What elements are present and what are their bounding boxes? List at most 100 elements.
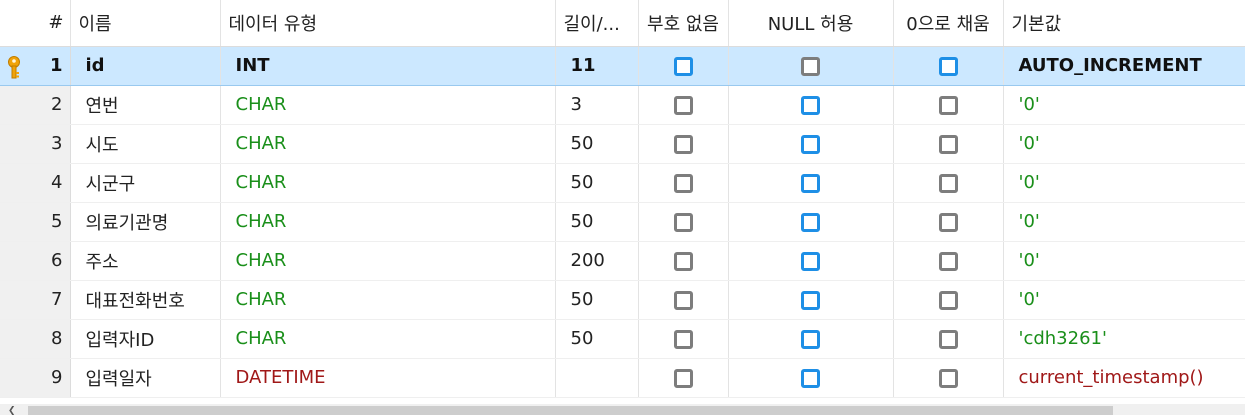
cell-default[interactable]: '0' (1003, 163, 1245, 203)
cell-default[interactable]: '0' (1003, 280, 1245, 320)
unsigned-checkbox[interactable] (673, 212, 693, 232)
cell-name[interactable]: 대표전화번호 (70, 280, 221, 320)
cell-unsigned (638, 163, 729, 203)
table-row[interactable]: 7 대표전화번호 CHAR 50 '0' (0, 280, 1245, 320)
cell-zerofill (893, 202, 1004, 242)
table-row[interactable]: 6 주소 CHAR 200 '0' (0, 241, 1245, 281)
cell-length[interactable]: 50 (555, 163, 639, 203)
cell-default[interactable]: current_timestamp() (1003, 358, 1245, 398)
row-number: 2 (0, 85, 71, 125)
key-icon (5, 55, 23, 80)
scrollbar-thumb[interactable] (28, 406, 1113, 415)
header-num[interactable]: # (0, 0, 71, 47)
table-row[interactable]: 9 입력일자 DATETIME current_timestamp() (0, 358, 1245, 398)
zerofill-checkbox[interactable] (938, 290, 958, 310)
nullable-checkbox[interactable] (801, 173, 820, 193)
cell-type[interactable]: CHAR (220, 241, 556, 281)
cell-name[interactable]: id (70, 45, 221, 86)
cell-type[interactable]: CHAR (220, 319, 556, 359)
nullable-checkbox[interactable] (801, 251, 820, 271)
cell-name[interactable]: 주소 (70, 241, 221, 281)
nullable-checkbox[interactable] (801, 95, 820, 115)
table-row[interactable]: 5 의료기관명 CHAR 50 '0' (0, 202, 1245, 242)
cell-type[interactable]: CHAR (220, 163, 556, 203)
header-length[interactable]: 길이/... (555, 0, 639, 47)
horizontal-scrollbar[interactable]: ❮ (0, 404, 1245, 416)
cell-nullable (728, 163, 894, 203)
cell-type[interactable]: CHAR (220, 202, 556, 242)
cell-type[interactable]: INT (220, 45, 556, 86)
cell-length[interactable]: 50 (555, 202, 639, 242)
header-unsigned[interactable]: 부호 없음 (638, 0, 729, 47)
header-row: # 이름 데이터 유형 길이/... 부호 없음 NULL 허용 0으로 채움 … (0, 0, 1245, 47)
cell-type[interactable]: CHAR (220, 85, 556, 125)
row-number: 1 (0, 45, 71, 86)
zerofill-checkbox[interactable] (938, 329, 958, 349)
cell-name[interactable]: 시도 (70, 124, 221, 164)
zerofill-checkbox[interactable] (938, 251, 958, 271)
unsigned-checkbox[interactable] (673, 329, 693, 349)
zerofill-checkbox[interactable] (938, 368, 958, 388)
unsigned-checkbox[interactable] (673, 95, 693, 115)
zerofill-checkbox[interactable] (938, 56, 958, 76)
cell-type[interactable]: CHAR (220, 280, 556, 320)
cell-default[interactable]: 'cdh3261' (1003, 319, 1245, 359)
header-type[interactable]: 데이터 유형 (220, 0, 556, 47)
table-row[interactable]: 4 시군구 CHAR 50 '0' (0, 163, 1245, 203)
cell-nullable (728, 85, 894, 125)
table-row[interactable]: 8 입력자ID CHAR 50 'cdh3261' (0, 319, 1245, 359)
nullable-checkbox[interactable] (801, 329, 820, 349)
cell-nullable (728, 241, 894, 281)
table-row[interactable]: 1 id INT 11 AUTO_INCREMENT (0, 45, 1245, 86)
cell-name[interactable]: 입력자ID (70, 319, 221, 359)
table-row[interactable]: 3 시도 CHAR 50 '0' (0, 124, 1245, 164)
unsigned-checkbox[interactable] (673, 56, 693, 76)
cell-default[interactable]: '0' (1003, 85, 1245, 125)
cell-unsigned (638, 202, 729, 242)
cell-name[interactable]: 연번 (70, 85, 221, 125)
cell-length[interactable]: 50 (555, 319, 639, 359)
nullable-checkbox[interactable] (801, 212, 820, 232)
cell-length[interactable] (555, 358, 639, 398)
cell-zerofill (893, 241, 1004, 281)
row-number: 5 (0, 202, 71, 242)
unsigned-checkbox[interactable] (673, 368, 693, 388)
cell-type[interactable]: CHAR (220, 124, 556, 164)
cell-unsigned (638, 280, 729, 320)
cell-length[interactable]: 50 (555, 280, 639, 320)
cell-length[interactable]: 200 (555, 241, 639, 281)
cell-nullable (728, 124, 894, 164)
nullable-checkbox[interactable] (801, 134, 820, 154)
zerofill-checkbox[interactable] (938, 95, 958, 115)
zerofill-checkbox[interactable] (938, 212, 958, 232)
cell-length[interactable]: 50 (555, 124, 639, 164)
cell-type[interactable]: DATETIME (220, 358, 556, 398)
cell-name[interactable]: 시군구 (70, 163, 221, 203)
cell-length[interactable]: 3 (555, 85, 639, 125)
cell-default[interactable]: '0' (1003, 124, 1245, 164)
nullable-checkbox[interactable] (801, 290, 820, 310)
unsigned-checkbox[interactable] (673, 134, 693, 154)
zerofill-checkbox[interactable] (938, 173, 958, 193)
header-name[interactable]: 이름 (70, 0, 221, 47)
cell-name[interactable]: 의료기관명 (70, 202, 221, 242)
cell-default[interactable]: '0' (1003, 241, 1245, 281)
cell-length[interactable]: 11 (555, 45, 639, 86)
cell-nullable (728, 45, 894, 86)
header-nullable[interactable]: NULL 허용 (728, 0, 894, 47)
header-zerofill[interactable]: 0으로 채움 (893, 0, 1004, 47)
row-number: 4 (0, 163, 71, 203)
header-default[interactable]: 기본값 (1003, 0, 1245, 47)
unsigned-checkbox[interactable] (673, 173, 693, 193)
zerofill-checkbox[interactable] (938, 134, 958, 154)
nullable-checkbox[interactable] (801, 368, 820, 388)
unsigned-checkbox[interactable] (673, 251, 693, 271)
cell-name[interactable]: 입력일자 (70, 358, 221, 398)
nullable-checkbox[interactable] (801, 56, 820, 76)
table-row[interactable]: 2 연번 CHAR 3 '0' (0, 85, 1245, 125)
unsigned-checkbox[interactable] (673, 290, 693, 310)
row-number-label: 4 (51, 172, 63, 193)
cell-default[interactable]: AUTO_INCREMENT (1003, 45, 1245, 86)
row-number-label: 6 (51, 250, 63, 271)
cell-default[interactable]: '0' (1003, 202, 1245, 242)
